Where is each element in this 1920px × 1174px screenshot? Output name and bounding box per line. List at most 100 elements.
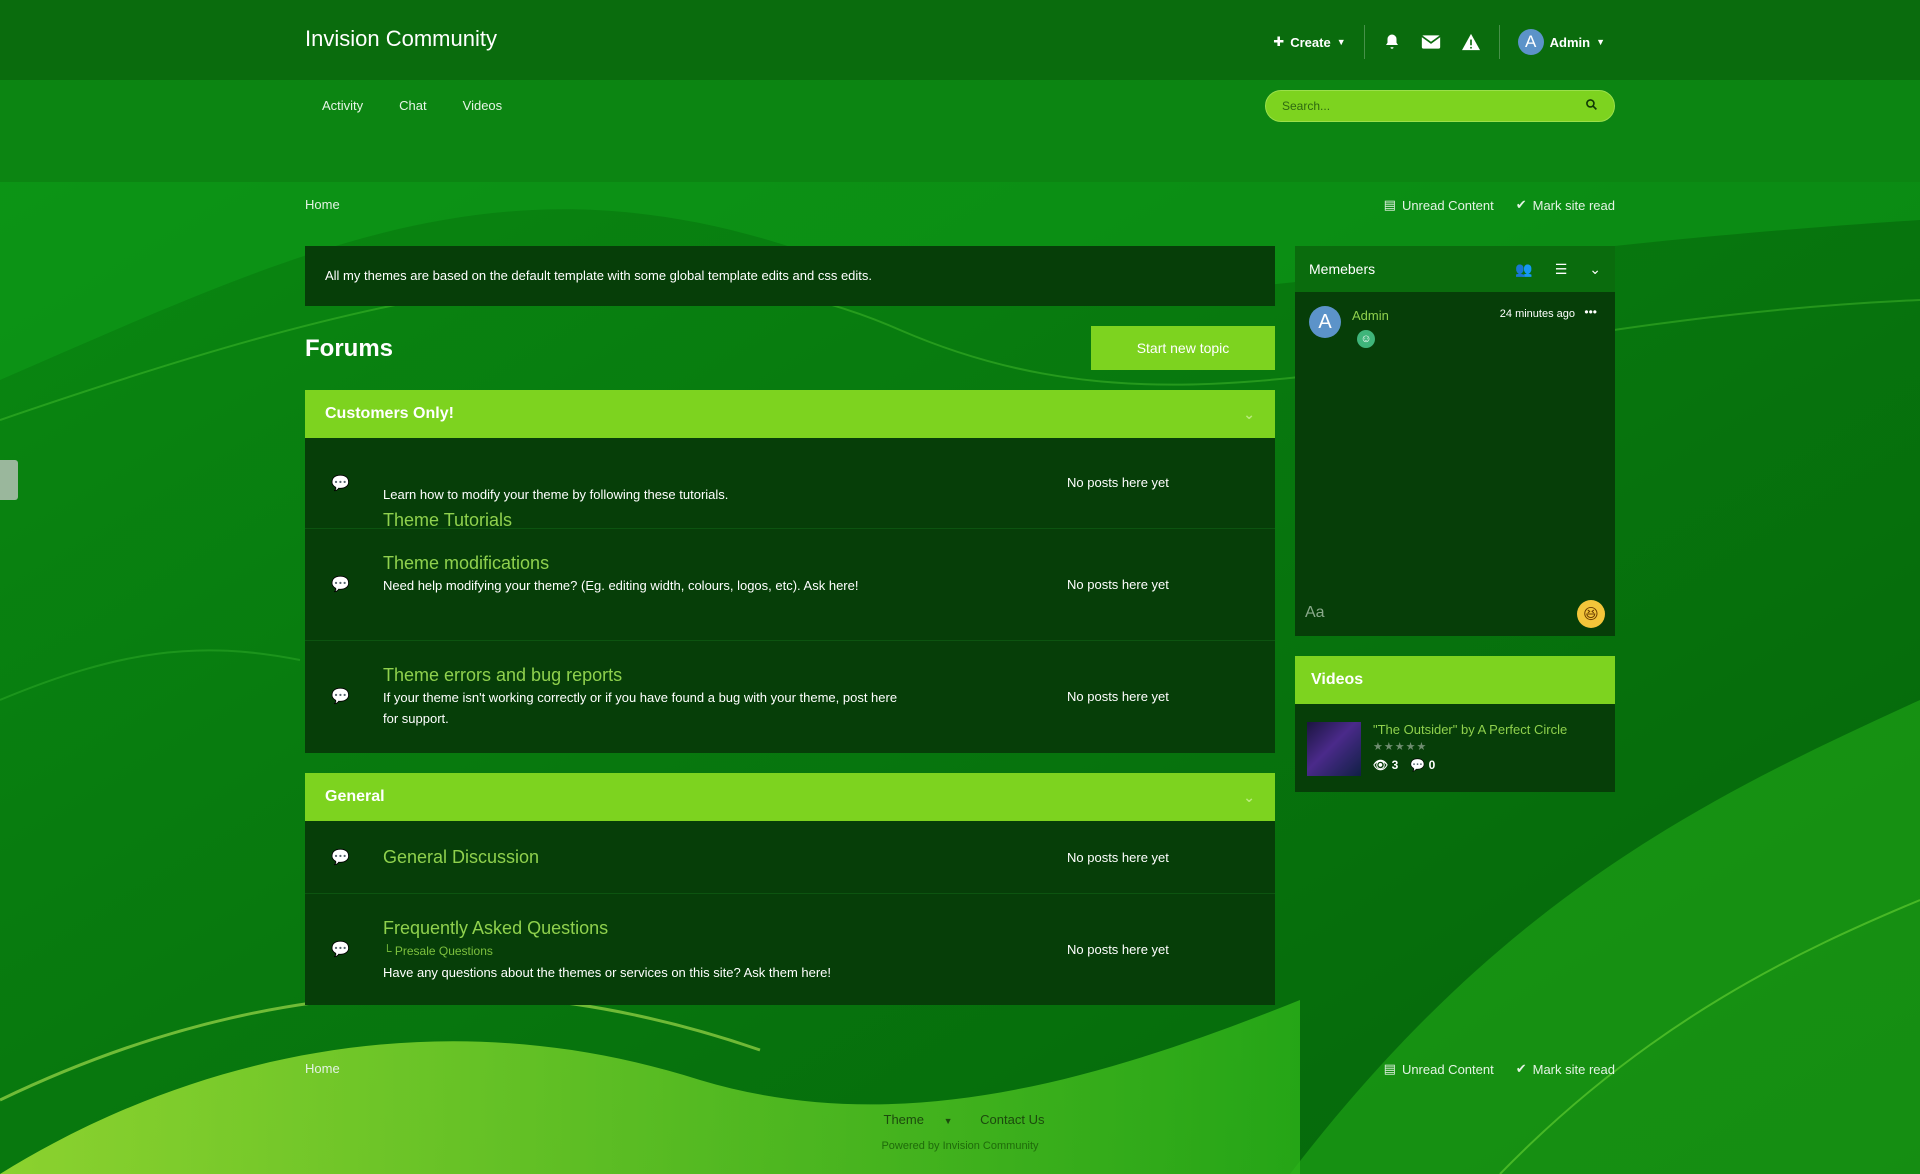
create-button[interactable]: ✚ Create ▼ xyxy=(1263,34,1355,50)
video-thumbnail[interactable] xyxy=(1307,722,1361,776)
chevron-down-icon[interactable]: ⌄ xyxy=(1243,406,1255,423)
category-general: General ⌄ 💬 General Discussion No posts … xyxy=(305,773,1275,1005)
forum-description: If your theme isn't working correctly or… xyxy=(383,690,898,726)
warning-icon xyxy=(1461,33,1480,51)
forum-title[interactable]: Theme Tutorials xyxy=(383,510,512,531)
video-item: "The Outsider" by A Perfect Circle ★★★★★… xyxy=(1295,704,1615,792)
forum-row: 💬 Theme errors and bug reports If your t… xyxy=(305,641,1275,753)
more-icon[interactable]: ••• xyxy=(1584,305,1597,319)
category-customers-only: Customers Only! ⌄ 💬 Theme Tutorials Lear… xyxy=(305,390,1275,753)
page-title: Forums xyxy=(305,335,394,362)
reports-button[interactable] xyxy=(1451,33,1491,51)
members-header: Memebers 👥 ☰ ⌄ xyxy=(1295,246,1615,292)
forum-description: Have any questions about the themes or s… xyxy=(383,965,832,980)
forum-row: 💬 Theme modifications Need help modifyin… xyxy=(305,529,1275,641)
forum-last-post: No posts here yet xyxy=(1067,942,1169,957)
comments-count: 0 xyxy=(1428,758,1436,772)
forum-title[interactable]: Theme modifications xyxy=(383,553,549,574)
breadcrumb-home[interactable]: Home xyxy=(305,197,340,212)
unread-content-link[interactable]: ▤ Unread Content xyxy=(1384,1061,1494,1077)
category-header: Customers Only! ⌄ xyxy=(305,390,1275,438)
users-icon[interactable]: 👥 xyxy=(1515,261,1532,278)
chevron-down-icon[interactable]: ⌄ xyxy=(1589,261,1601,278)
status-badge: ☺ xyxy=(1357,330,1375,348)
subforum-label: Presale Questions xyxy=(394,944,493,958)
forum-row: 💬 Theme Tutorials Learn how to modify yo… xyxy=(305,438,1275,531)
mark-site-read-link[interactable]: ✔ Mark site read xyxy=(1516,1061,1615,1077)
divider xyxy=(1363,25,1365,59)
forum-description: Need help modifying your theme? (Eg. edi… xyxy=(383,578,859,593)
mark-site-read-label: Mark site read xyxy=(1532,197,1615,213)
category-header: General ⌄ xyxy=(305,773,1275,821)
forum-title[interactable]: Frequently Asked Questions xyxy=(383,918,608,939)
footer-links: Theme ▼ Contact Us xyxy=(0,1112,1920,1127)
category-title[interactable]: General xyxy=(325,788,385,806)
breadcrumb-home[interactable]: Home xyxy=(305,1061,340,1076)
contact-us-link[interactable]: Contact Us xyxy=(980,1112,1044,1127)
search-input[interactable] xyxy=(1282,99,1585,113)
powered-by[interactable]: Powered by Invision Community xyxy=(0,1140,1920,1152)
mark-site-read-link[interactable]: ✔ Mark site read xyxy=(1516,197,1615,213)
avatar: A xyxy=(1517,29,1544,55)
user-actions: ✚ Create ▼ A Admin ▼ xyxy=(1263,25,1615,59)
unread-content-label: Unread Content xyxy=(1401,197,1494,213)
search-icon[interactable] xyxy=(1585,98,1598,114)
divider xyxy=(1498,25,1500,59)
chevron-down-icon[interactable]: ⌄ xyxy=(1243,789,1255,806)
caret-down-icon: ▼ xyxy=(1596,37,1605,47)
start-new-topic-button[interactable]: Start new topic xyxy=(1091,326,1275,370)
comments-icon: 💬 xyxy=(331,688,350,705)
comment-icon: 💬 xyxy=(1410,758,1426,772)
video-stats: 👁 3 💬 0 xyxy=(1373,758,1435,772)
emoji-icon[interactable]: 😆 xyxy=(1577,600,1605,628)
caret-down-icon: ▼ xyxy=(943,1116,953,1126)
views-stat: 👁 3 xyxy=(1373,758,1398,772)
envelope-icon xyxy=(1420,35,1441,49)
theme-label: Theme xyxy=(883,1112,924,1127)
mark-site-read-label: Mark site read xyxy=(1532,1061,1615,1077)
side-panel-handle[interactable] xyxy=(0,460,18,500)
theme-selector[interactable]: Theme ▼ xyxy=(876,1112,961,1127)
category-title[interactable]: Customers Only! xyxy=(325,405,454,423)
forum-last-post: No posts here yet xyxy=(1067,475,1169,490)
messages-button[interactable] xyxy=(1411,34,1451,50)
user-menu[interactable]: A Admin ▼ xyxy=(1508,29,1615,55)
avatar[interactable]: A xyxy=(1309,306,1341,338)
forum-last-post: No posts here yet xyxy=(1067,850,1169,865)
create-label: Create xyxy=(1290,34,1331,50)
caret-down-icon: ▼ xyxy=(1336,37,1346,47)
forum-title[interactable]: Theme errors and bug reports xyxy=(383,665,622,686)
tab-activity[interactable]: Activity xyxy=(310,96,381,116)
forum-last-post: No posts here yet xyxy=(1067,577,1169,592)
notifications-button[interactable] xyxy=(1373,33,1411,51)
videos-widget: Videos "The Outsider" by A Perfect Circl… xyxy=(1295,656,1615,792)
chat-panel: A Admin 24 minutes ago ••• ☺ Aa 😆 xyxy=(1295,292,1615,636)
video-title[interactable]: "The Outsider" by A Perfect Circle xyxy=(1373,722,1567,737)
comments-icon: 💬 xyxy=(331,849,350,866)
tab-chat[interactable]: Chat xyxy=(381,96,444,116)
newspaper-icon: ▤ xyxy=(1383,1061,1396,1076)
breadcrumb-bottom: Home ▤ Unread Content ✔ Mark site read xyxy=(305,1061,1615,1081)
chat-input[interactable]: Aa xyxy=(1305,604,1325,622)
list-icon[interactable]: ☰ xyxy=(1555,261,1568,278)
forum-row: 💬 General Discussion No posts here yet xyxy=(305,821,1275,894)
site-title[interactable]: Invision Community xyxy=(305,26,497,52)
member-name[interactable]: Admin xyxy=(1352,308,1389,323)
user-name: Admin xyxy=(1549,34,1591,50)
videos-title: Videos xyxy=(1295,656,1615,704)
top-header xyxy=(0,0,1920,80)
check-icon: ✔ xyxy=(1515,197,1527,212)
forum-description: Learn how to modify your theme by follow… xyxy=(383,487,729,502)
member-time: 24 minutes ago xyxy=(1499,308,1575,320)
announcement: All my themes are based on the default t… xyxy=(305,246,1275,306)
plus-icon: ✚ xyxy=(1273,34,1285,49)
subforum-link[interactable]: └ Presale Questions xyxy=(383,944,493,958)
unread-content-link[interactable]: ▤ Unread Content xyxy=(1384,197,1494,213)
eye-icon: 👁 xyxy=(1373,758,1389,772)
tab-videos[interactable]: Videos xyxy=(445,96,521,116)
views-count: 3 xyxy=(1391,758,1399,772)
forum-title[interactable]: General Discussion xyxy=(383,847,539,868)
members-title: Memebers xyxy=(1309,261,1376,277)
newspaper-icon: ▤ xyxy=(1383,197,1396,212)
bell-icon xyxy=(1385,34,1398,49)
